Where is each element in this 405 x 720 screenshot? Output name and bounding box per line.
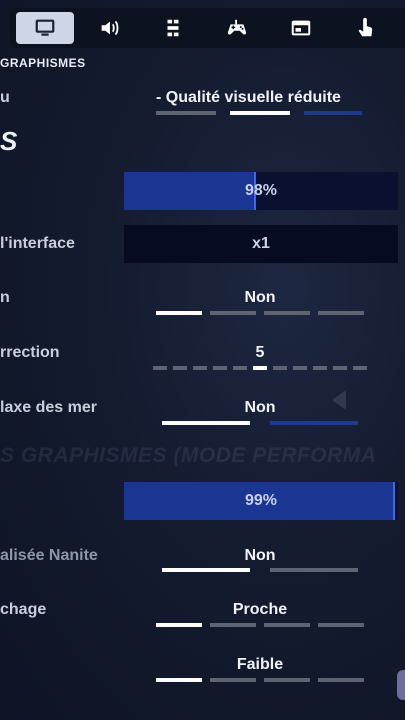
correction-scale-mark[interactable] xyxy=(333,366,347,370)
tab-display[interactable] xyxy=(16,12,74,44)
nanite-value[interactable]: Non xyxy=(140,547,380,565)
correction-scale-mark[interactable] xyxy=(233,366,247,370)
ui-contrast-value: x1 xyxy=(252,235,270,252)
window-icon xyxy=(291,20,311,36)
draw-distance-segment-3[interactable] xyxy=(264,623,310,627)
draw-distance-label: chage xyxy=(0,601,47,618)
last-setting-segment-1[interactable] xyxy=(156,678,202,682)
correction-scale-mark[interactable] xyxy=(293,366,307,370)
performance-value: 99% xyxy=(244,492,278,509)
correction-label: rrection xyxy=(0,344,60,361)
touch-icon xyxy=(358,17,373,37)
nanite-segment-2[interactable] xyxy=(270,568,358,572)
parallax-value[interactable]: Non xyxy=(140,399,380,417)
tab-network[interactable] xyxy=(144,12,202,44)
correction-scale-mark[interactable] xyxy=(173,366,187,370)
last-setting-segment-4[interactable] xyxy=(318,678,364,682)
tab-touch[interactable] xyxy=(336,12,394,44)
correction-value[interactable]: 5 xyxy=(140,344,380,362)
correction-scale-mark[interactable] xyxy=(273,366,287,370)
tab-window[interactable] xyxy=(272,12,330,44)
settings-tab-bar xyxy=(10,8,405,48)
quality-segment-3[interactable] xyxy=(304,111,362,115)
correction-scale-mark[interactable] xyxy=(353,366,367,370)
toggle-n-segment-1[interactable] xyxy=(156,311,202,315)
parallax-segment-2[interactable] xyxy=(270,421,358,425)
draw-distance-segment-1[interactable] xyxy=(156,623,202,627)
nanite-segment-1[interactable] xyxy=(162,568,250,572)
parallax-segment-1[interactable] xyxy=(162,421,250,425)
ui-contrast-label: l'interface xyxy=(0,235,75,252)
last-setting-value[interactable]: Faible xyxy=(140,656,380,674)
tab-audio[interactable] xyxy=(80,12,138,44)
quality-value[interactable]: - Qualité visuelle réduite xyxy=(156,89,341,107)
correction-scale-mark[interactable] xyxy=(213,366,227,370)
parallax-label: laxe des mer xyxy=(0,399,97,416)
speaker-icon xyxy=(101,20,119,36)
last-setting-segment-3[interactable] xyxy=(264,678,310,682)
toggle-n-segment-2[interactable] xyxy=(210,311,256,315)
quality-segment-2[interactable] xyxy=(230,111,290,115)
section-heading: S xyxy=(0,126,18,156)
correction-scale-mark[interactable] xyxy=(253,366,267,370)
performance-section-title: S GRAPHISMES (MODE PERFORMA xyxy=(0,444,377,467)
toggle-n-value[interactable]: Non xyxy=(140,289,380,307)
gamepad-icon xyxy=(227,19,247,35)
performance-slider[interactable]: 99% xyxy=(124,482,398,520)
quality-label: u xyxy=(0,89,10,106)
last-setting-segment-2[interactable] xyxy=(210,678,256,682)
draw-distance-segment-2[interactable] xyxy=(210,623,256,627)
nanite-label: alisée Nanite xyxy=(0,547,98,564)
section-title: GRAPHISMES xyxy=(0,56,86,70)
ui-contrast-field[interactable]: x1 xyxy=(124,225,398,263)
monitor-icon xyxy=(35,19,55,36)
draw-distance-segment-4[interactable] xyxy=(318,623,364,627)
correction-scale-mark[interactable] xyxy=(193,366,207,370)
correction-scale-mark[interactable] xyxy=(313,366,327,370)
scrollbar-thumb[interactable] xyxy=(397,670,405,700)
toggle-n-segment-3[interactable] xyxy=(264,311,310,315)
draw-distance-value[interactable]: Proche xyxy=(140,601,380,619)
toggle-n-label: n xyxy=(0,289,10,306)
correction-scale-mark[interactable] xyxy=(153,366,167,370)
tab-controller[interactable] xyxy=(208,12,266,44)
brightness-value: 98% xyxy=(244,182,278,199)
network-icon xyxy=(167,19,179,37)
brightness-slider[interactable]: 98% xyxy=(124,172,398,210)
toggle-n-segment-4[interactable] xyxy=(318,311,364,315)
quality-segment-1[interactable] xyxy=(156,111,216,115)
